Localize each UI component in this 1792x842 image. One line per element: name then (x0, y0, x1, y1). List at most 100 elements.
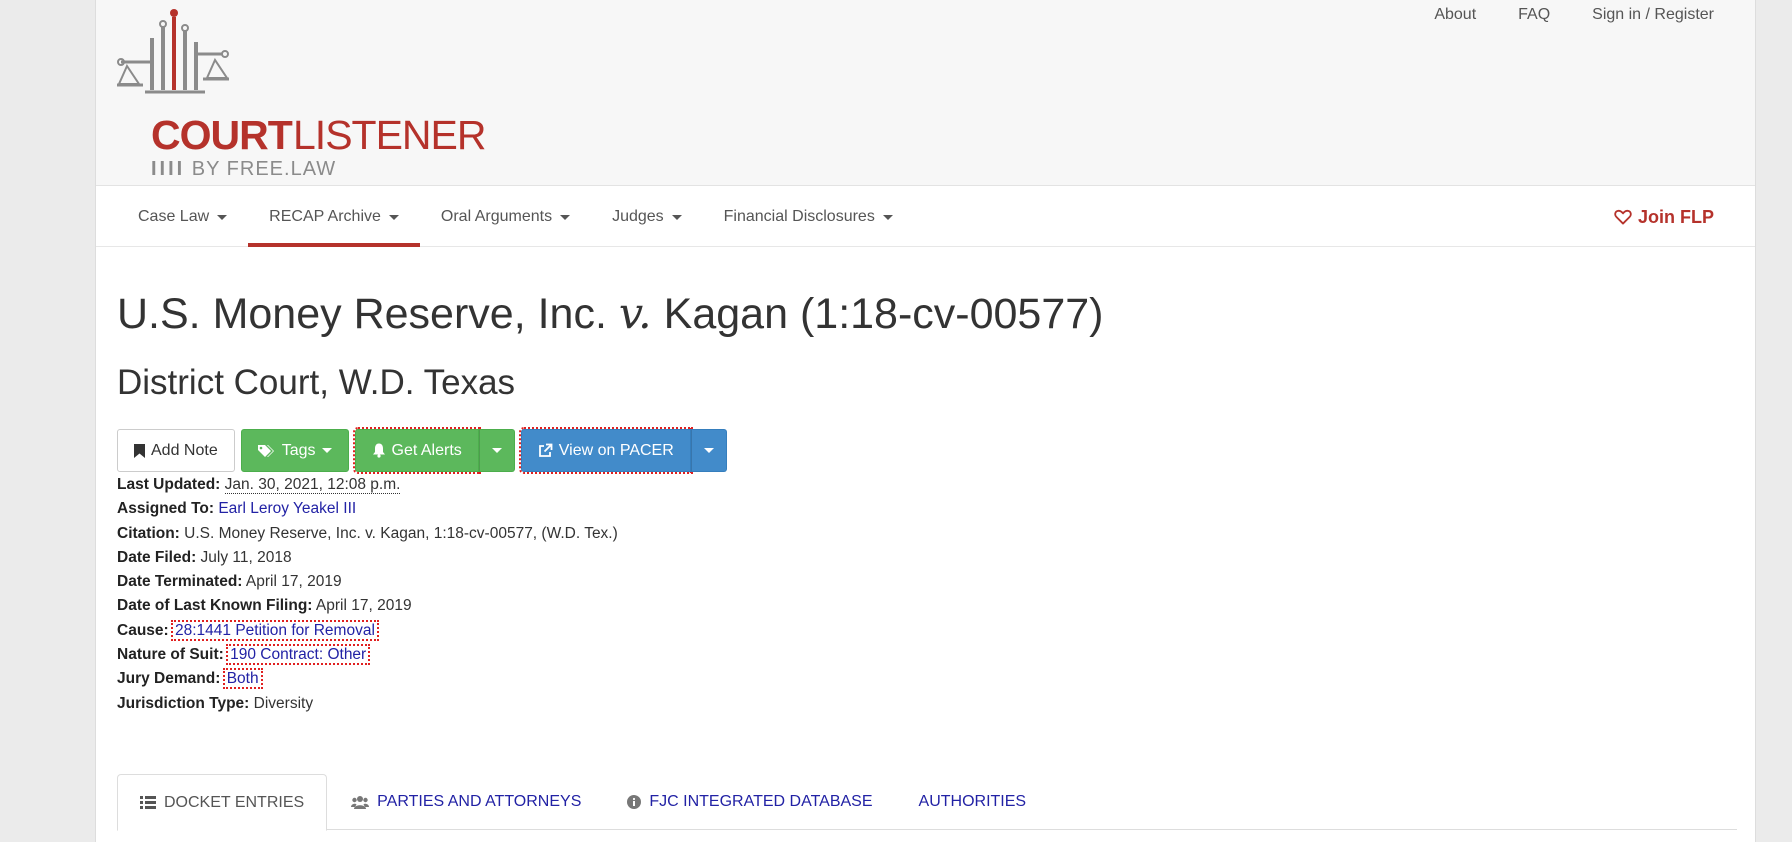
main-navbar: Case Law RECAP Archive Oral Arguments Ju… (96, 187, 1755, 247)
meta-jurisdiction-type: Jurisdiction Type: Diversity (117, 692, 618, 716)
tab-label: AUTHORITIES (918, 793, 1027, 810)
logo-byline: IIII BY FREE.LAW (151, 158, 336, 181)
court-name: District Court, W.D. Texas (117, 363, 516, 402)
meta-label: Assigned To: (117, 500, 215, 518)
case-title: U.S. Money Reserve, Inc. v. Kagan (1:18-… (117, 289, 1104, 339)
meta-cause: Cause: 28:1441 Petition for Removal (117, 619, 618, 643)
courtlistener-logo[interactable]: COURT LISTENER IIII BY FREE.LAW (117, 8, 486, 180)
case-title-right: Kagan (1:18-cv-00577) (663, 290, 1104, 338)
meta-label: Date Terminated: (117, 573, 243, 591)
users-icon (351, 796, 370, 809)
page: COURT LISTENER IIII BY FREE.LAW About FA… (95, 0, 1756, 842)
caret-down-icon (560, 214, 571, 220)
jury-demand-link[interactable]: Both (222, 668, 263, 690)
get-alerts-group: Get Alerts (352, 427, 515, 474)
about-link[interactable]: About (1434, 6, 1476, 24)
tags-icon (257, 444, 274, 457)
nav-label: Oral Arguments (440, 208, 553, 225)
meta-value: Jan. 30, 2021, 12:08 p.m. (224, 476, 401, 494)
meta-nature-of-suit: Nature of Suit: 190 Contract: Other (117, 643, 618, 667)
nav-label: Case Law (138, 208, 210, 225)
tab-fjc-integrated-database[interactable]: FJC INTEGRATED DATABASE (605, 774, 894, 830)
logo-court-text: COURT (151, 112, 293, 158)
tags-label: Tags (281, 441, 316, 459)
nature-of-suit-link[interactable]: 190 Contract: Other (226, 644, 371, 666)
case-title-v: v. (618, 289, 652, 339)
site-header: COURT LISTENER IIII BY FREE.LAW About FA… (96, 0, 1755, 186)
add-note-label: Add Note (151, 441, 218, 459)
tags-button[interactable]: Tags (240, 429, 349, 472)
meta-value: Diversity (253, 694, 314, 712)
meta-label: Citation: (117, 524, 180, 542)
meta-value: April 17, 2019 (315, 597, 412, 615)
meta-value: July 11, 2018 (200, 548, 292, 566)
assigned-judge-link[interactable]: Earl Leroy Yeakel III (218, 500, 356, 517)
caret-down-icon (321, 448, 332, 453)
caret-down-icon (388, 214, 399, 220)
meta-citation: Citation: U.S. Money Reserve, Inc. v. Ka… (117, 522, 618, 546)
action-buttons: Add Note Tags Get Alerts View on PACER (117, 427, 727, 474)
get-alerts-label: Get Alerts (391, 441, 462, 459)
get-alerts-dropdown-toggle[interactable] (478, 429, 515, 472)
external-link-icon (538, 443, 553, 457)
meta-value: U.S. Money Reserve, Inc. v. Kagan, 1:18-… (184, 524, 618, 542)
nav-label: Financial Disclosures (723, 208, 875, 225)
meta-last-updated: Last Updated: Jan. 30, 2021, 12:08 p.m. (117, 473, 618, 497)
meta-date-filed: Date Filed: July 11, 2018 (117, 546, 618, 570)
tab-docket-entries[interactable]: DOCKET ENTRIES (117, 774, 328, 831)
meta-label: Date of Last Known Filing: (117, 597, 313, 615)
meta-value: April 17, 2019 (245, 573, 342, 591)
tab-parties-and-attorneys[interactable]: PARTIES AND ATTORNEYS (329, 774, 603, 830)
logo-bars: IIII (151, 158, 186, 180)
meta-label: Jurisdiction Type: (117, 694, 250, 712)
meta-last-known-filing: Date of Last Known Filing: April 17, 201… (117, 594, 618, 618)
tab-label: PARTIES AND ATTORNEYS (377, 793, 582, 810)
faq-link[interactable]: FAQ (1518, 6, 1550, 24)
nav-recap-archive[interactable]: RECAP Archive (248, 187, 420, 247)
scales-logo-icon (117, 9, 229, 94)
heart-icon (1614, 209, 1632, 225)
view-pacer-label: View on PACER (558, 441, 674, 459)
logo-byline-text: BY FREE.LAW (191, 158, 337, 180)
get-alerts-button[interactable]: Get Alerts (352, 427, 481, 474)
bell-icon (372, 443, 385, 458)
meta-jury-demand: Jury Demand: Both (117, 667, 618, 691)
view-pacer-group: View on PACER (518, 427, 727, 474)
nav-oral-arguments[interactable]: Oral Arguments (420, 187, 591, 247)
nav-label: Judges (612, 208, 664, 225)
caret-down-icon (217, 214, 228, 220)
tab-authorities[interactable]: AUTHORITIES (897, 774, 1049, 830)
caret-down-icon (671, 214, 682, 220)
meta-label: Jury Demand: (117, 670, 221, 688)
docket-metadata: Last Updated: Jan. 30, 2021, 12:08 p.m. … (117, 473, 618, 716)
sign-in-register-link[interactable]: Sign in / Register (1592, 6, 1714, 24)
logo-listener-text: LISTENER (293, 112, 486, 158)
cause-link[interactable]: 28:1441 Petition for Removal (171, 619, 379, 641)
tab-label: DOCKET ENTRIES (164, 793, 305, 811)
caret-down-icon (882, 214, 893, 220)
nav-judges[interactable]: Judges (591, 187, 703, 247)
top-links: About FAQ Sign in / Register (1434, 6, 1714, 24)
join-flp-label: Join FLP (1638, 206, 1714, 227)
docket-tabs: DOCKET ENTRIES PARTIES AND ATTORNEYS FJC… (117, 774, 1737, 831)
meta-assigned-to: Assigned To: Earl Leroy Yeakel III (117, 497, 618, 521)
tab-label: FJC INTEGRATED DATABASE (649, 793, 873, 810)
info-icon (627, 795, 642, 809)
add-note-button[interactable]: Add Note (117, 429, 235, 472)
meta-label: Cause: (117, 621, 169, 639)
view-on-pacer-button[interactable]: View on PACER (518, 427, 693, 474)
meta-label: Date Filed: (117, 548, 197, 566)
caret-down-icon (703, 448, 714, 453)
nav-case-law[interactable]: Case Law (117, 187, 248, 247)
meta-label: Last Updated: (117, 476, 221, 493)
bookmark-icon (134, 443, 145, 458)
case-title-left: U.S. Money Reserve, Inc. (117, 290, 607, 338)
view-pacer-dropdown-toggle[interactable] (690, 429, 727, 472)
nav-financial-disclosures[interactable]: Financial Disclosures (703, 187, 914, 247)
meta-date-terminated: Date Terminated: April 17, 2019 (117, 570, 618, 594)
caret-down-icon (491, 448, 502, 453)
list-icon (140, 796, 156, 809)
meta-label: Nature of Suit: (117, 646, 224, 664)
join-flp-link[interactable]: Join FLP (1614, 187, 1714, 247)
nav-label: RECAP Archive (269, 208, 381, 225)
